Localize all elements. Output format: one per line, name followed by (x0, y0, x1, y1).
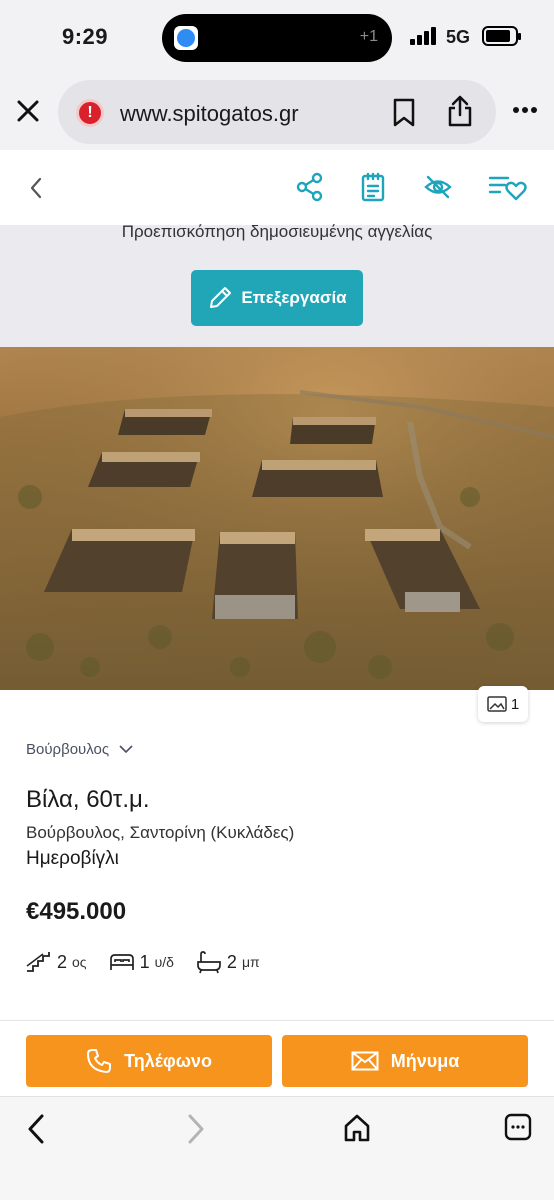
location-dropdown[interactable]: Βούρβουλος (26, 741, 133, 758)
bookmark-icon[interactable] (392, 98, 416, 128)
feature-bathrooms: 2 μπ (196, 950, 260, 974)
envelope-icon (351, 1051, 379, 1071)
island-count: +1 (359, 28, 378, 45)
location-label: Βούρβουλος (26, 741, 110, 758)
close-icon[interactable] (14, 97, 42, 125)
battery-icon (482, 26, 521, 46)
forward-icon[interactable] (186, 1113, 206, 1145)
status-bar: 9:29 +1 5G (0, 0, 554, 76)
status-time: 9:29 (62, 24, 109, 49)
feature-floor: 2 ος (26, 950, 87, 974)
bedrooms-value: 1 (139, 951, 150, 972)
phone-label: Τηλέφωνο (124, 1050, 212, 1071)
phone-button[interactable]: Τηλέφωνο (26, 1035, 272, 1087)
pencil-icon (210, 287, 232, 308)
divider (0, 1020, 554, 1021)
url-bar[interactable]: www.spitogatos.gr (58, 80, 496, 144)
floor-unit: ος (72, 954, 87, 970)
edit-button[interactable]: Επεξεργασία (191, 270, 363, 326)
signal-icon (410, 27, 438, 45)
bathtub-icon (197, 951, 221, 974)
dynamic-island: +1 (162, 14, 392, 62)
listing-photo[interactable] (0, 347, 554, 690)
stairs-icon (26, 952, 50, 972)
phone-icon (87, 1049, 112, 1073)
back-icon[interactable] (26, 1113, 46, 1145)
network-type: 5G (446, 27, 471, 47)
listing-address: Βούρβουλος, Σαντορίνη (Κυκλάδες) (26, 823, 295, 842)
listing-title: Βίλα, 60τ.μ. (26, 786, 150, 813)
site-warning-icon (76, 99, 104, 127)
floor-value: 2 (57, 951, 68, 972)
listing-price: €495.000 (26, 898, 127, 925)
features-row: 2 ος 1 υ/δ 2 μπ (26, 950, 260, 974)
more-icon[interactable] (512, 106, 538, 114)
message-label: Μήνυμα (390, 1050, 460, 1071)
browser-address-row: www.spitogatos.gr (0, 76, 554, 150)
favorite-list-icon[interactable] (488, 172, 528, 202)
back-chevron-icon[interactable] (28, 176, 44, 200)
share-icon[interactable] (446, 94, 474, 128)
landscape-image (0, 347, 554, 690)
home-icon[interactable] (343, 1113, 371, 1143)
photo-count-badge[interactable]: 1 (478, 686, 528, 722)
edit-label: Επεξεργασία (241, 288, 347, 307)
message-button[interactable]: Μήνυμα (282, 1035, 528, 1087)
bathrooms-value: 2 (226, 951, 237, 972)
image-icon (487, 696, 507, 712)
feature-bedrooms: 1 υ/δ (109, 950, 174, 974)
safari-icon (174, 26, 198, 50)
preview-banner: Προεπισκόπηση δημοσιευμένης αγγελίας Επε… (0, 222, 554, 347)
bedrooms-unit: υ/δ (154, 954, 174, 970)
listing-toolbar (0, 150, 554, 226)
browser-bottom-bar (0, 1096, 554, 1200)
url-text: www.spitogatos.gr (120, 101, 299, 126)
bathrooms-unit: μπ (241, 954, 260, 970)
listing-area: Ημεροβίγλι (26, 848, 119, 869)
photo-count: 1 (510, 695, 520, 713)
hide-eye-icon[interactable] (423, 172, 453, 202)
notes-icon[interactable] (360, 172, 386, 202)
chevron-down-icon (119, 745, 133, 754)
bed-icon (109, 954, 134, 970)
share-nodes-icon[interactable] (296, 172, 324, 202)
preview-text: Προεπισκόπηση δημοσιευμένης αγγελίας (121, 222, 433, 241)
tabs-icon[interactable] (504, 1113, 532, 1141)
